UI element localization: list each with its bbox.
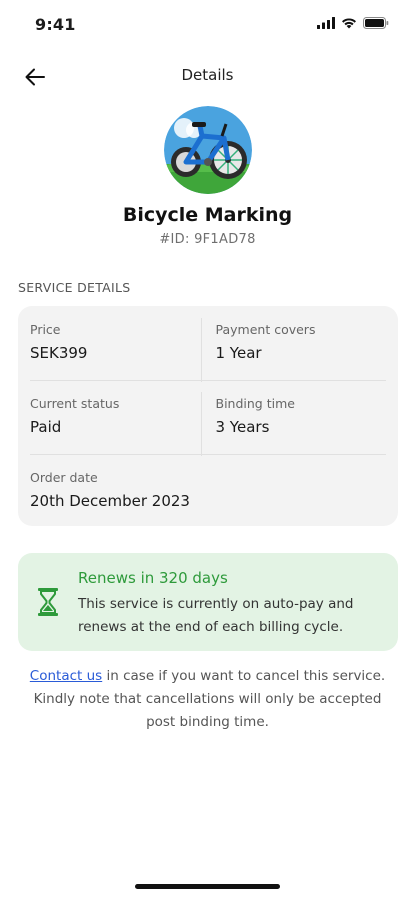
cancellation-note: Contact us in case if you want to cancel…: [20, 665, 395, 734]
nav-header: Details: [0, 58, 415, 94]
payment-covers-cell: Payment covers 1 Year: [200, 318, 387, 382]
order-date-label: Order date: [30, 470, 98, 485]
status-cell: Current status Paid: [30, 392, 201, 456]
details-row: Order date 20th December 2023: [30, 466, 386, 530]
binding-time-cell: Binding time 3 Years: [200, 392, 387, 456]
renewal-text: This service is currently on auto-pay an…: [78, 596, 354, 635]
order-date-value: 20th December 2023: [30, 492, 190, 510]
service-name: Bicycle Marking: [122, 204, 293, 226]
payment-covers-label: Payment covers: [215, 322, 316, 337]
status-bar: 9:41: [0, 0, 415, 50]
contact-us-link[interactable]: Contact us: [30, 668, 102, 684]
hourglass-icon: [38, 588, 58, 616]
price-cell: Price SEK399: [30, 318, 201, 382]
order-date-cell: Order date 20th December 2023: [30, 466, 386, 530]
status-label: Current status: [30, 396, 120, 411]
wifi-icon: [342, 18, 356, 29]
service-id: #ID: 9F1AD78: [159, 232, 256, 247]
renewal-title: Renews in 320 days: [78, 569, 228, 587]
details-row: Price SEK399 Payment covers 1 Year: [30, 318, 386, 382]
details-row: Current status Paid Binding time 3 Years: [30, 392, 386, 456]
signal-icon: [317, 17, 335, 29]
price-value: SEK399: [30, 344, 88, 362]
renewal-notice: Renews in 320 days This service is curre…: [18, 553, 398, 651]
status-time: 9:41: [35, 15, 76, 34]
binding-time-label: Binding time: [215, 396, 295, 411]
service-hero: Bicycle Marking #ID: 9F1AD78: [0, 106, 415, 247]
status-icons: [317, 17, 389, 29]
payment-covers-value: 1 Year: [215, 344, 262, 362]
divider: [30, 454, 386, 455]
section-label: SERVICE DETAILS: [18, 280, 131, 295]
page-title: Details: [181, 66, 234, 84]
home-indicator[interactable]: [135, 884, 280, 889]
status-value: Paid: [30, 418, 62, 436]
battery-icon: [363, 17, 389, 29]
binding-time-value: 3 Years: [215, 418, 270, 436]
divider: [30, 380, 386, 381]
bicycle-icon: [163, 106, 252, 194]
price-label: Price: [30, 322, 61, 337]
service-details-card: Price SEK399 Payment covers 1 Year Curre…: [18, 306, 398, 526]
